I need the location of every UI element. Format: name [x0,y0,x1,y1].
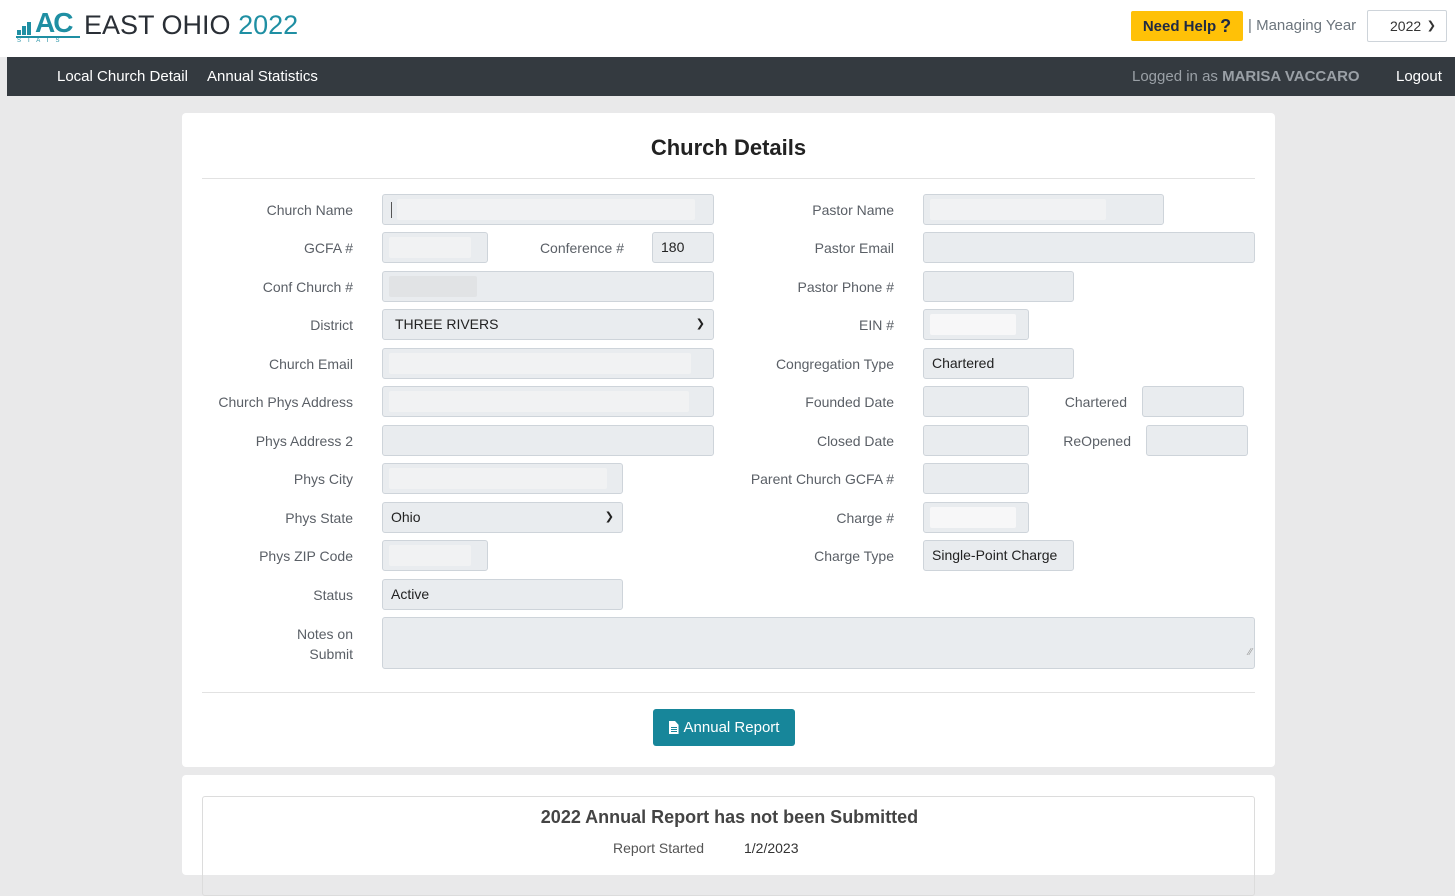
pastor-name-label: Pastor Name [812,202,894,218]
gcfa-field[interactable] [382,232,488,263]
logo-text: AC [35,7,73,38]
managing-year-value: 2022 [1390,18,1422,34]
pastor-phone-field[interactable] [923,271,1074,302]
nav-local-church-detail[interactable]: Local Church Detail [57,68,188,85]
need-help-label: Need Help [1142,17,1217,35]
document-icon [668,721,679,734]
status-label: Status [313,587,353,603]
nav-annual-statistics[interactable]: Annual Statistics [207,68,318,85]
resize-grip-icon[interactable]: ∕∕ [1249,638,1252,667]
app-title-year: 2022 [238,10,299,40]
conf-church-field[interactable] [382,271,714,302]
church-details-card: Church Details Church Name GCFA # Confer… [182,113,1275,767]
logged-in-text: Logged in as MARISA VACCARO [1132,68,1360,85]
logout-link[interactable]: Logout [1396,68,1442,85]
annual-report-label: Annual Report [683,719,780,736]
chevron-down-icon: ❯ [1426,20,1436,32]
conf-church-label: Conf Church # [262,279,353,295]
managing-year-text: Managing Year [1256,17,1357,34]
app-title: EAST OHIO 2022 [84,10,298,41]
report-status-title: 2022 Annual Report has not been Submitte… [540,807,919,827]
managing-year-select[interactable]: 2022 ❯ [1367,10,1447,42]
pastor-phone-label: Pastor Phone # [797,279,894,295]
phys-state-label: Phys State [285,510,353,526]
phys-state-select[interactable]: Ohio ❯ [382,502,623,533]
logo-subtext: STATS [17,38,66,44]
closed-date-label: Closed Date [816,433,894,449]
phys-address-label: Church Phys Address [218,394,353,410]
reopened-date-field[interactable] [1146,425,1248,456]
report-status-panel: 2022 Annual Report has not been Submitte… [202,796,1255,896]
ein-field[interactable] [923,309,1029,340]
parent-gcfa-label: Parent Church GCFA # [750,471,894,487]
annual-report-button[interactable]: Annual Report [653,709,795,746]
status-field[interactable]: Active [382,579,623,610]
notes-label-line1: Notes on [296,626,353,642]
main-navbar: Local Church Detail Annual Statistics Lo… [7,57,1455,96]
ein-label: EIN # [858,317,894,333]
phys-address-field[interactable] [382,386,714,417]
founded-date-field[interactable] [923,386,1029,417]
phys-address2-field[interactable] [382,425,714,456]
separator: | [1248,17,1252,34]
managing-year-label: | Managing Year [1248,17,1356,34]
pastor-email-label: Pastor Email [814,240,894,256]
conference-label: Conference # [539,240,624,256]
pastor-email-field[interactable] [923,232,1255,263]
charge-number-label: Charge # [836,510,894,526]
charge-number-field[interactable] [923,502,1029,533]
congregation-type-label: Congregation Type [775,356,894,372]
closed-date-field[interactable] [923,425,1029,456]
church-name-label: Church Name [266,202,353,218]
conference-field[interactable]: 180 [652,232,714,263]
church-name-field[interactable] [382,194,714,225]
phys-address2-label: Phys Address 2 [255,433,353,449]
phys-city-field[interactable] [382,463,623,494]
district-value: THREE RIVERS [395,316,499,332]
district-label: District [310,317,353,333]
app-title-name: EAST OHIO [84,10,231,40]
notes-label-line2: Submit [309,646,353,662]
parent-gcfa-field[interactable] [923,463,1029,494]
logged-in-user: MARISA VACCARO [1222,68,1360,85]
divider [202,692,1255,693]
question-mark-icon: ? [1220,15,1232,36]
phys-city-label: Phys City [293,471,353,487]
divider [202,178,1255,179]
top-header: AC STATS EAST OHIO 2022 Need Help ? | Ma… [0,0,1455,57]
phys-zip-label: Phys ZIP Code [259,548,353,564]
founded-date-label: Founded Date [805,394,894,410]
report-status-card: 2022 Annual Report has not been Submitte… [182,775,1275,896]
pastor-name-field[interactable] [923,194,1164,225]
gcfa-label: GCFA # [303,240,353,256]
ac-stats-logo: AC STATS [16,7,82,45]
reopened-label: ReOpened [1063,433,1131,449]
chevron-down-icon: ❯ [695,318,705,330]
chartered-date-field[interactable] [1142,386,1244,417]
logged-in-prefix: Logged in as [1132,68,1218,85]
phys-zip-field[interactable] [382,540,488,571]
notes-on-submit-textarea[interactable]: ∕∕ [382,617,1255,669]
church-email-field[interactable] [382,348,714,379]
need-help-button[interactable]: Need Help ? [1131,11,1243,41]
phys-state-value: Ohio [391,509,421,525]
charge-type-field[interactable]: Single-Point Charge [923,540,1074,571]
chevron-down-icon: ❯ [604,511,614,523]
chartered-label: Chartered [1064,394,1127,410]
congregation-type-field[interactable]: Chartered [923,348,1074,379]
church-email-label: Church Email [268,356,353,372]
district-select[interactable]: THREE RIVERS ❯ [382,309,714,340]
charge-type-label: Charge Type [814,548,894,564]
page-title: Church Details [650,135,807,160]
